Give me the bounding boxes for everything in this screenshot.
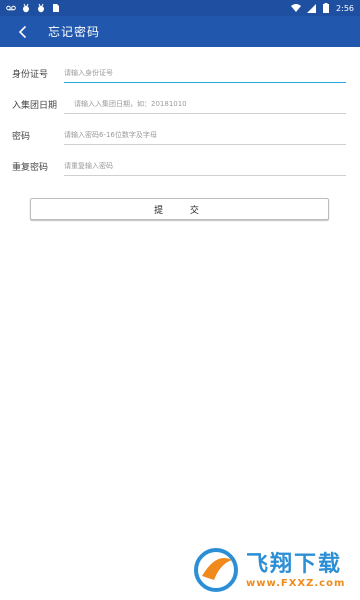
password-row: 密码 [0,123,360,154]
join-date-row: 入集团日期 [0,92,360,123]
watermark-brand: 飞翔下载 [246,551,343,577]
join-date-underline [64,113,346,114]
fxxz-logo-icon [194,548,238,592]
join-date-label: 入集团日期 [12,101,58,111]
forgot-password-form: 身份证号 入集团日期 密码 重复密码 [0,47,360,185]
watermark-url: www.FXXZ.com [246,577,346,589]
id-card-row: 身份证号 [0,61,360,92]
id-card-label: 身份证号 [12,70,49,80]
signal-icon [306,3,316,13]
submit-wrap: 提 交 [30,198,329,220]
confirm-password-label: 重复密码 [12,163,49,173]
password-underline [64,144,346,145]
sim-icon [51,3,61,13]
back-button[interactable] [12,21,34,43]
status-left [6,3,61,13]
join-date-input[interactable] [74,95,344,113]
password-label: 密码 [12,132,31,142]
status-right: 2:56 [291,3,354,13]
submit-button[interactable]: 提 交 [30,198,329,220]
bug-icon [36,3,46,13]
page-title: 忘记密码 [48,25,101,39]
watermark: 飞翔下载 www.FXXZ.com [192,540,360,600]
voicemail-icon [6,3,16,13]
chevron-left-icon [18,25,27,38]
confirm-password-input[interactable] [64,157,344,175]
confirm-password-row: 重复密码 [0,154,360,185]
confirm-password-underline [64,175,346,176]
app-bar: 忘记密码 [0,16,360,47]
id-card-input[interactable] [64,64,344,82]
status-bar: 2:56 [0,0,360,16]
password-input[interactable] [64,126,344,144]
wifi-icon [291,3,302,13]
battery-icon [321,3,331,13]
status-time: 2:56 [336,3,354,13]
id-card-underline [64,82,346,83]
bug-icon [21,3,31,13]
watermark-text: 飞翔下载 www.FXXZ.com [246,552,345,589]
